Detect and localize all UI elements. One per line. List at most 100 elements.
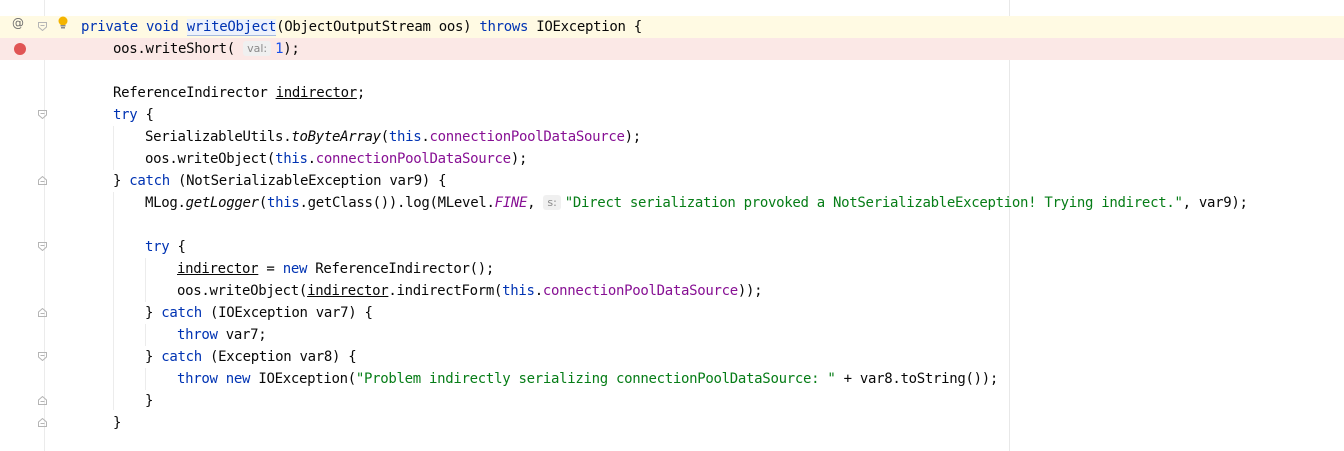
code-token: , bbox=[527, 195, 544, 211]
code-text: oos.writeObject(this.connectionPoolDataS… bbox=[145, 148, 527, 170]
code-text: ReferenceIndirector indirector; bbox=[113, 82, 365, 104]
fold-marker-icon[interactable] bbox=[38, 242, 47, 251]
parameter-hint: s: bbox=[543, 195, 561, 210]
variable-name: indirector bbox=[307, 283, 389, 299]
code-token: . bbox=[534, 283, 543, 299]
code-line-19[interactable]: } bbox=[0, 412, 1344, 434]
number-literal: 1 bbox=[275, 41, 284, 57]
code-line-13[interactable]: oos.writeObject(indirector.indirectForm(… bbox=[0, 280, 1344, 302]
code-line-1[interactable]: private void writeObject(ObjectOutputStr… bbox=[0, 16, 1344, 38]
code-token: MLog. bbox=[145, 195, 186, 211]
code-token: (ObjectOutputStream oos) bbox=[276, 19, 480, 35]
code-text: } bbox=[145, 390, 153, 412]
fold-marker-icon[interactable] bbox=[38, 176, 47, 185]
code-token: { bbox=[137, 107, 154, 123]
keyword: this bbox=[388, 129, 422, 145]
code-text: oos.writeShort( val: 1); bbox=[113, 38, 300, 60]
code-token: )); bbox=[737, 283, 763, 299]
code-token: .getClass()).log(MLevel. bbox=[299, 195, 495, 211]
code-text: } catch (NotSerializableException var9) … bbox=[113, 170, 447, 192]
code-text: try { bbox=[145, 236, 186, 258]
code-token: .indirectForm( bbox=[388, 283, 503, 299]
keyword: this bbox=[275, 151, 308, 167]
code-token: oos.writeShort( bbox=[113, 41, 244, 57]
code-editor[interactable]: private void writeObject(ObjectOutputStr… bbox=[0, 0, 1344, 451]
code-token: ReferenceIndirector(); bbox=[307, 261, 495, 277]
code-token: , var9); bbox=[1182, 195, 1248, 211]
fold-marker-icon[interactable] bbox=[38, 308, 47, 317]
field-name: connectionPoolDataSource bbox=[315, 151, 511, 167]
code-token: var7; bbox=[217, 327, 267, 343]
code-token: + var8.toString()); bbox=[835, 371, 999, 387]
code-line-2[interactable]: oos.writeShort( val: 1); bbox=[0, 38, 1344, 60]
keyword: private bbox=[81, 19, 138, 35]
fold-marker-icon[interactable] bbox=[38, 418, 47, 427]
code-line-9[interactable]: MLog.getLogger(this.getClass()).log(MLev… bbox=[0, 192, 1344, 214]
code-token: { bbox=[169, 239, 186, 255]
lightbulb-icon[interactable] bbox=[57, 15, 69, 34]
code-token: } bbox=[145, 305, 162, 321]
keyword: throw bbox=[177, 371, 218, 387]
code-token: } bbox=[113, 415, 122, 431]
variable-name: indirector bbox=[275, 85, 358, 101]
code-token: (NotSerializableException var9) { bbox=[169, 173, 447, 189]
fold-marker-icon[interactable] bbox=[38, 352, 47, 361]
code-token: oos.writeObject( bbox=[145, 151, 276, 167]
keyword: throws bbox=[479, 19, 529, 35]
override-method-icon[interactable]: @ bbox=[12, 16, 24, 30]
code-line-8[interactable]: } catch (NotSerializableException var9) … bbox=[0, 170, 1344, 192]
static-method: toByteArray bbox=[291, 129, 381, 145]
code-line-11[interactable]: try { bbox=[0, 236, 1344, 258]
keyword: catch bbox=[161, 305, 202, 321]
code-line-7[interactable]: oos.writeObject(this.connectionPoolDataS… bbox=[0, 148, 1344, 170]
keyword: try bbox=[113, 107, 138, 123]
code-text: indirector = new ReferenceIndirector(); bbox=[177, 258, 494, 280]
code-token: ); bbox=[510, 151, 528, 167]
code-line-18[interactable]: } bbox=[0, 390, 1344, 412]
code-token: (IOException var7) { bbox=[201, 305, 373, 321]
fold-marker-icon[interactable] bbox=[38, 22, 47, 31]
code-text: private void writeObject(ObjectOutputStr… bbox=[81, 16, 642, 38]
code-token: ); bbox=[624, 129, 642, 145]
keyword: new bbox=[282, 261, 308, 277]
code-text: } catch (IOException var7) { bbox=[145, 302, 373, 324]
code-text: oos.writeObject(indirector.indirectForm(… bbox=[177, 280, 763, 302]
fold-marker-icon[interactable] bbox=[38, 110, 47, 119]
code-token: SerializableUtils. bbox=[145, 129, 292, 145]
code-line-14[interactable]: } catch (IOException var7) { bbox=[0, 302, 1344, 324]
code-text: throw new IOException("Problem indirectl… bbox=[177, 368, 998, 390]
code-text: } catch (Exception var8) { bbox=[145, 346, 357, 368]
code-text: } bbox=[113, 412, 121, 434]
code-token: ( bbox=[258, 195, 267, 211]
code-token: IOException { bbox=[528, 19, 642, 35]
keyword: catch bbox=[129, 173, 170, 189]
code-line-12[interactable]: indirector = new ReferenceIndirector(); bbox=[0, 258, 1344, 280]
code-token: ; bbox=[356, 85, 366, 101]
breakpoint-icon[interactable] bbox=[14, 43, 26, 55]
code-token: = bbox=[258, 261, 283, 277]
static-field: FINE bbox=[494, 195, 528, 211]
fold-marker-icon[interactable] bbox=[38, 396, 47, 405]
code-token: ReferenceIndirector bbox=[113, 85, 276, 101]
code-line-16[interactable]: } catch (Exception var8) { bbox=[0, 346, 1344, 368]
field-name: connectionPoolDataSource bbox=[429, 129, 625, 145]
code-token: } bbox=[145, 349, 162, 365]
parameter-hint: val: bbox=[243, 41, 272, 56]
keyword: catch bbox=[161, 349, 202, 365]
code-line-15[interactable]: throw var7; bbox=[0, 324, 1344, 346]
code-token: . bbox=[307, 151, 316, 167]
method-name[interactable]: writeObject bbox=[186, 19, 276, 36]
keyword: new bbox=[225, 371, 251, 387]
static-method: getLogger bbox=[185, 195, 259, 211]
code-line-5[interactable]: try { bbox=[0, 104, 1344, 126]
code-token: oos.writeObject( bbox=[177, 283, 308, 299]
code-token: (Exception var8) { bbox=[201, 349, 357, 365]
code-line-6[interactable]: SerializableUtils.toByteArray(this.conne… bbox=[0, 126, 1344, 148]
string-literal: "Direct serialization provoked a NotSeri… bbox=[564, 195, 1183, 211]
code-text: MLog.getLogger(this.getClass()).log(MLev… bbox=[145, 192, 1248, 214]
code-line-17[interactable]: throw new IOException("Problem indirectl… bbox=[0, 368, 1344, 390]
keyword: this bbox=[502, 283, 535, 299]
code-line-4[interactable]: ReferenceIndirector indirector; bbox=[0, 82, 1344, 104]
code-token: } bbox=[145, 393, 154, 409]
